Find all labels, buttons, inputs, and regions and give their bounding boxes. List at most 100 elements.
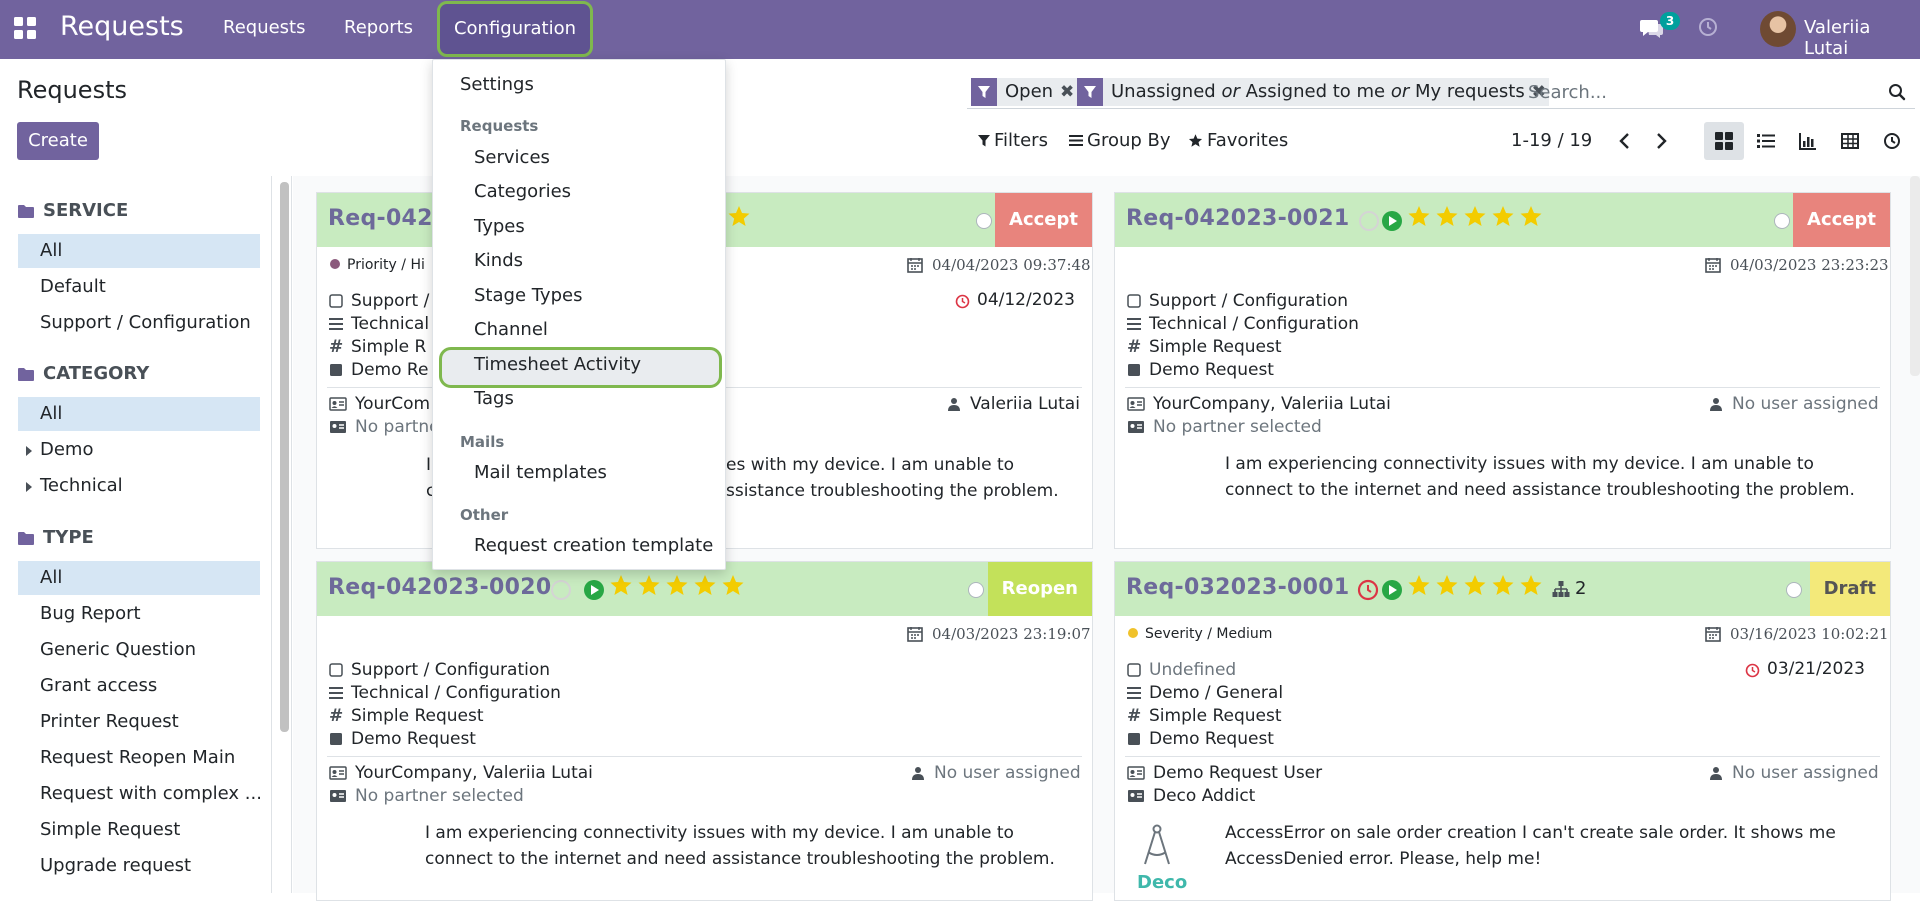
dropdown-item-stage-types[interactable]: Stage Types <box>433 280 725 312</box>
dropdown-item-tags[interactable]: Tags <box>433 383 725 415</box>
star-icon[interactable] <box>665 573 689 597</box>
kanban-state-toggle[interactable] <box>1774 213 1790 229</box>
kanban-state-toggle[interactable] <box>968 582 984 598</box>
activity-clock-icon[interactable] <box>1697 16 1719 38</box>
dropdown-item-types[interactable]: Types <box>433 211 725 243</box>
star-icon[interactable] <box>721 573 745 597</box>
kanban-state-toggle[interactable] <box>1786 582 1802 598</box>
address-card-icon <box>1128 790 1144 802</box>
user-avatar[interactable] <box>1760 11 1796 47</box>
graph-view-button[interactable] <box>1788 122 1828 160</box>
request-card[interactable]: Req-042023-0020 Reopen 04/03/2023 23:19:… <box>316 561 1093 901</box>
sidebar-service-all[interactable]: All <box>18 234 260 268</box>
dropdown-item-settings[interactable]: Settings <box>433 69 725 101</box>
activity-status-icon[interactable] <box>551 580 571 600</box>
request-title[interactable]: Req-042 <box>328 206 433 231</box>
favorites-toggle[interactable]: Favorites <box>1188 130 1288 151</box>
request-card[interactable]: Req-032023-0001 2 Draft Severity / Mediu… <box>1114 561 1891 901</box>
kanban-view-button[interactable] <box>1704 122 1744 160</box>
pager-value[interactable]: 1-19 / 19 <box>1511 130 1592 151</box>
sidebar-service-default[interactable]: Default <box>18 270 260 304</box>
sidebar-category-demo[interactable]: Demo <box>18 433 260 467</box>
stage-badge[interactable]: Accept <box>995 193 1092 247</box>
dropdown-item-timesheet-activity[interactable]: Timesheet Activity <box>433 349 725 381</box>
chevron-right-icon[interactable] <box>1651 131 1671 151</box>
menu-reports[interactable]: Reports <box>344 17 413 38</box>
star-icon[interactable] <box>727 204 751 228</box>
priority-stars[interactable] <box>727 204 751 228</box>
star-icon[interactable] <box>1519 573 1543 597</box>
sidebar-type-bug-report[interactable]: Bug Report <box>18 597 260 631</box>
sidebar-scrollbar[interactable] <box>280 182 289 732</box>
sidebar-type-generic-question[interactable]: Generic Question <box>18 633 260 667</box>
sidebar-type-printer-request[interactable]: Printer Request <box>18 705 260 739</box>
filters-toggle[interactable]: Filters <box>978 130 1048 151</box>
dropdown-item-request-creation-template[interactable]: Request creation template <box>433 530 725 562</box>
user-name[interactable]: Valeriia Lutai <box>1804 17 1920 59</box>
star-icon[interactable] <box>1491 204 1515 228</box>
partner-value: No partne <box>355 417 440 437</box>
star-icon[interactable] <box>1463 204 1487 228</box>
dropdown-item-channel[interactable]: Channel <box>433 314 725 346</box>
priority-stars[interactable] <box>609 573 745 597</box>
request-card[interactable]: Req-042023-0021 Accept 04/03/2023 23:23:… <box>1114 192 1891 549</box>
dropdown-item-mail-templates[interactable]: Mail templates <box>433 457 725 489</box>
sidebar-type-simple-request[interactable]: Simple Request <box>18 813 260 847</box>
search-input[interactable] <box>1526 79 1876 105</box>
star-icon[interactable] <box>1435 573 1459 597</box>
list-icon <box>1757 134 1775 148</box>
sidebar-type-upgrade-request[interactable]: Upgrade request <box>18 849 260 883</box>
play-icon[interactable] <box>1382 580 1402 600</box>
caret-right-icon[interactable] <box>26 482 32 492</box>
play-icon[interactable] <box>584 580 604 600</box>
activity-view-button[interactable] <box>1872 122 1912 160</box>
caret-right-icon[interactable] <box>26 446 32 456</box>
dropdown-item-kinds[interactable]: Kinds <box>433 245 725 277</box>
pivot-view-button[interactable] <box>1830 122 1870 160</box>
subtask-count[interactable]: 2 <box>1575 578 1586 599</box>
star-icon[interactable] <box>1463 573 1487 597</box>
star-icon[interactable] <box>1491 573 1515 597</box>
kanban-scrollbar[interactable] <box>1910 176 1920 376</box>
sidebar-service-support[interactable]: Support / Configuration <box>18 306 260 340</box>
star-icon[interactable] <box>693 573 717 597</box>
priority-stars[interactable] <box>1407 204 1543 228</box>
remove-facet-icon[interactable]: ✖ <box>1057 78 1077 106</box>
sidebar-type-grant-access[interactable]: Grant access <box>18 669 260 703</box>
sitemap-icon[interactable] <box>1552 581 1570 598</box>
play-icon[interactable] <box>1382 211 1402 231</box>
sidebar-type-request-reopen-main[interactable]: Request Reopen Main <box>18 741 260 775</box>
request-title[interactable]: Req-042023-0020 <box>328 575 551 600</box>
stage-badge[interactable]: Reopen <box>987 562 1092 616</box>
create-button[interactable]: Create <box>17 122 99 160</box>
square-outline-icon <box>329 294 343 308</box>
star-icon[interactable] <box>1407 204 1431 228</box>
chevron-left-icon[interactable] <box>1615 131 1635 151</box>
star-icon[interactable] <box>1519 204 1543 228</box>
sidebar-type-all[interactable]: All <box>18 561 260 595</box>
overdue-clock-icon[interactable] <box>1357 579 1379 601</box>
request-title[interactable]: Req-032023-0001 <box>1126 575 1349 600</box>
request-title[interactable]: Req-042023-0021 <box>1126 206 1349 231</box>
priority-stars[interactable] <box>1407 573 1543 597</box>
sidebar-category-all[interactable]: All <box>18 397 260 431</box>
stage-badge[interactable]: Accept <box>1793 193 1890 247</box>
app-grid-icon[interactable] <box>14 17 40 43</box>
star-icon[interactable] <box>1407 573 1431 597</box>
dropdown-item-services[interactable]: Services <box>433 142 725 174</box>
star-icon[interactable] <box>1435 204 1459 228</box>
groupby-toggle[interactable]: Group By <box>1069 130 1171 151</box>
sidebar-category-technical[interactable]: Technical <box>18 469 260 503</box>
star-icon[interactable] <box>609 573 633 597</box>
activity-status-icon[interactable] <box>1359 211 1379 231</box>
app-brand[interactable]: Requests <box>60 11 184 42</box>
menu-requests[interactable]: Requests <box>223 17 306 38</box>
sidebar-type-request-complex[interactable]: Request with complex ... <box>18 777 260 811</box>
stage-badge[interactable]: Draft <box>1809 562 1890 616</box>
kanban-state-toggle[interactable] <box>976 213 992 229</box>
menu-configuration[interactable]: Configuration <box>437 1 593 57</box>
list-view-button[interactable] <box>1746 122 1786 160</box>
star-icon[interactable] <box>637 573 661 597</box>
search-icon[interactable] <box>1888 83 1906 101</box>
dropdown-item-categories[interactable]: Categories <box>433 176 725 208</box>
